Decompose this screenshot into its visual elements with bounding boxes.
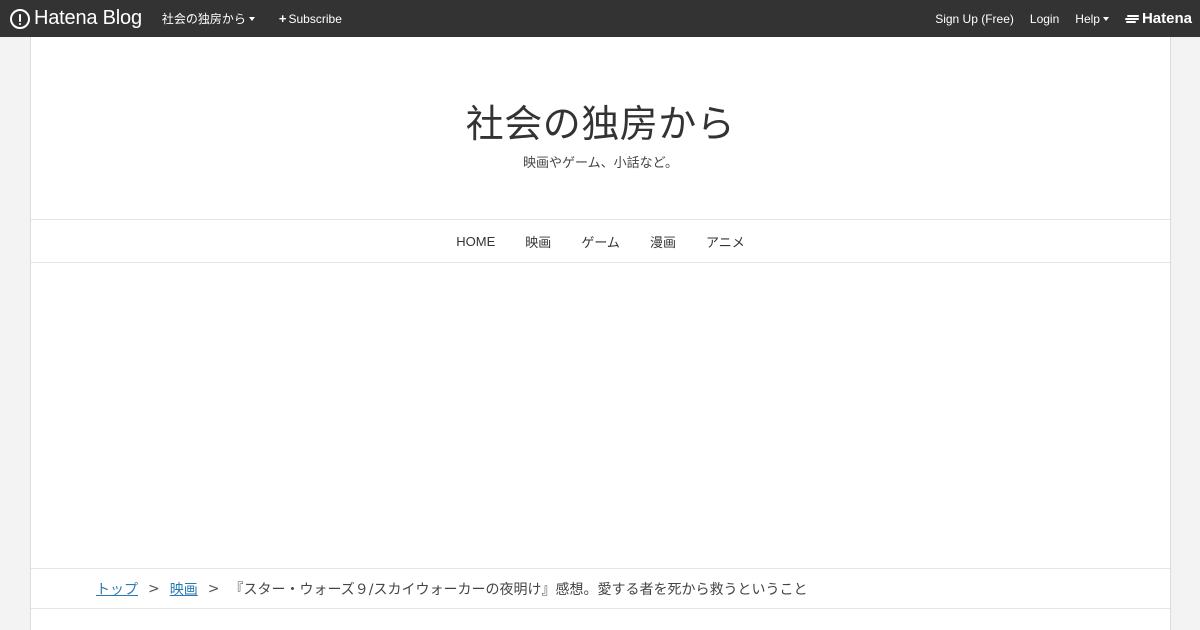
nav-item-game[interactable]: ゲーム bbox=[581, 232, 620, 251]
blog-menu-label: 社会の独房から bbox=[161, 12, 246, 26]
chevron-down-icon bbox=[1102, 16, 1109, 21]
breadcrumb-separator: > bbox=[207, 580, 220, 597]
blog-menu-dropdown[interactable]: 社会の独房から bbox=[162, 0, 255, 37]
plus-icon: + bbox=[278, 11, 287, 26]
help-dropdown[interactable]: Help bbox=[1075, 0, 1109, 37]
breadcrumb: トップ > 映画 > 『スター・ウォーズ９/スカイウォーカーの夜明け』感想。愛す… bbox=[31, 568, 1170, 609]
hatena-blog-icon bbox=[10, 8, 30, 29]
hatena-blog-logo[interactable]: Hatena Blog bbox=[10, 0, 142, 37]
subscribe-label: Subscribe bbox=[288, 11, 342, 26]
hatena-logo[interactable]: Hatena bbox=[1124, 10, 1192, 27]
help-label: Help bbox=[1075, 11, 1100, 26]
signup-link[interactable]: Sign Up (Free) bbox=[935, 0, 1014, 37]
breadcrumb-top-link[interactable]: トップ bbox=[96, 579, 138, 599]
login-link[interactable]: Login bbox=[1030, 0, 1059, 37]
hatena-blog-brand-text: Hatena Blog bbox=[34, 7, 142, 29]
nav-item-manga[interactable]: 漫画 bbox=[650, 232, 676, 251]
breadcrumb-category-link[interactable]: 映画 bbox=[170, 579, 198, 599]
global-nav: HOME 映画 ゲーム 漫画 アニメ bbox=[31, 219, 1170, 263]
nav-item-anime[interactable]: アニメ bbox=[706, 232, 745, 251]
hatena-logo-text: Hatena bbox=[1141, 10, 1192, 27]
blog-description: 映画やゲーム、小話など。 bbox=[523, 156, 678, 171]
chevron-down-icon bbox=[248, 16, 255, 21]
subscribe-button[interactable]: + Subscribe bbox=[279, 0, 342, 37]
blog-container: 社会の独房から 映画やゲーム、小話など。 HOME 映画 ゲーム 漫画 アニメ … bbox=[30, 37, 1171, 630]
hatena-mark-icon bbox=[1124, 14, 1139, 24]
ad-space bbox=[31, 263, 1170, 568]
breadcrumb-separator: > bbox=[148, 580, 160, 597]
nav-item-movie[interactable]: 映画 bbox=[525, 232, 551, 251]
breadcrumb-current: 『スター・ウォーズ９/スカイウォーカーの夜明け』感想。愛する者を死から救うという… bbox=[229, 581, 808, 598]
nav-item-home[interactable]: HOME bbox=[456, 234, 495, 249]
blog-title[interactable]: 社会の独房から bbox=[31, 93, 1170, 148]
global-header: Hatena Blog 社会の独房から + Subscribe Sign Up … bbox=[0, 0, 1200, 37]
